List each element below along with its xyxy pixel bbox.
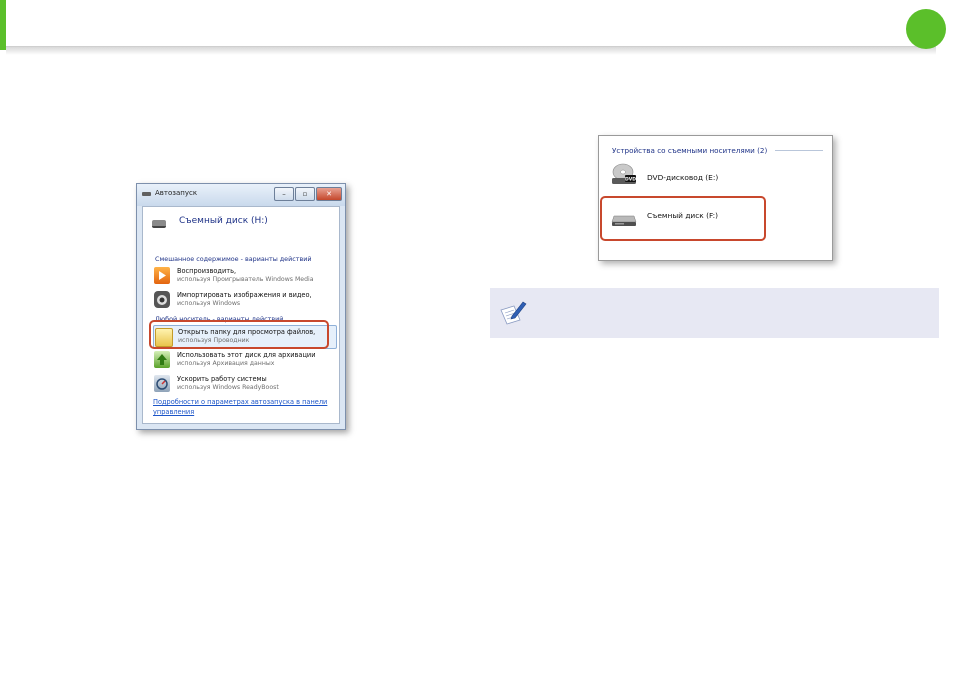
- action-readyboost-sublabel: используя Windows ReadyBoost: [177, 384, 279, 391]
- action-import-sublabel: используя Windows: [177, 300, 241, 307]
- device-name: Съемный диск (H:): [179, 216, 268, 226]
- action-import-label: Импортировать изображения и видео,: [177, 291, 312, 299]
- highlight-open-folder: [149, 320, 329, 349]
- dvd-drive-label: DVD-дисковод (E:): [647, 173, 719, 182]
- maximize-button[interactable]: ▫: [295, 187, 315, 201]
- svg-text:DVD: DVD: [625, 177, 636, 183]
- autoplay-window: Автозапуск – ▫ ✕ Съемный диск (H:) Смеша…: [136, 183, 346, 430]
- action-import[interactable]: Импортировать изображения и видео, испол…: [153, 289, 335, 311]
- dvd-drive-icon: DVD: [612, 163, 636, 184]
- media-player-icon: [154, 267, 170, 284]
- window-title: Автозапуск: [155, 189, 198, 197]
- action-play-label: Воспроизводить,: [177, 267, 237, 275]
- camera-import-icon: [154, 291, 170, 308]
- action-play-sublabel: используя Проигрыватель Windows Media: [177, 276, 314, 283]
- action-backup-sublabel: используя Архивация данных: [177, 360, 275, 367]
- close-button[interactable]: ✕: [316, 187, 342, 201]
- action-readyboost-label: Ускорить работу системы: [177, 375, 267, 383]
- drive-icon: [142, 192, 151, 196]
- note-box: [490, 288, 939, 338]
- action-play[interactable]: Воспроизводить, используя Проигрыватель …: [153, 265, 335, 287]
- header-accent-bar: [0, 0, 6, 50]
- removable-drive-icon: [152, 220, 166, 228]
- action-readyboost[interactable]: Ускорить работу системы используя Window…: [153, 373, 335, 395]
- backup-icon: [154, 351, 170, 368]
- heading-rule: [775, 150, 823, 151]
- group-heading-mixed: Смешанное содержимое - варианты действий: [155, 255, 312, 263]
- highlight-removable-disk: [600, 196, 766, 241]
- devices-heading: Устройства со съемными носителями (2): [612, 146, 768, 155]
- autoplay-titlebar[interactable]: Автозапуск – ▫ ✕: [137, 184, 345, 206]
- action-backup[interactable]: Использовать этот диск для архивации исп…: [153, 349, 335, 371]
- action-backup-label: Использовать этот диск для архивации: [177, 351, 316, 359]
- readyboost-icon: [154, 375, 170, 392]
- section-badge: [906, 9, 946, 49]
- autoplay-settings-link[interactable]: Подробности о параметрах автозапуска в п…: [153, 397, 338, 417]
- autoplay-body: Съемный диск (H:) Смешанное содержимое -…: [142, 206, 340, 424]
- minimize-button[interactable]: –: [274, 187, 294, 201]
- header-divider: [6, 46, 936, 55]
- note-pencil-icon: [500, 301, 527, 325]
